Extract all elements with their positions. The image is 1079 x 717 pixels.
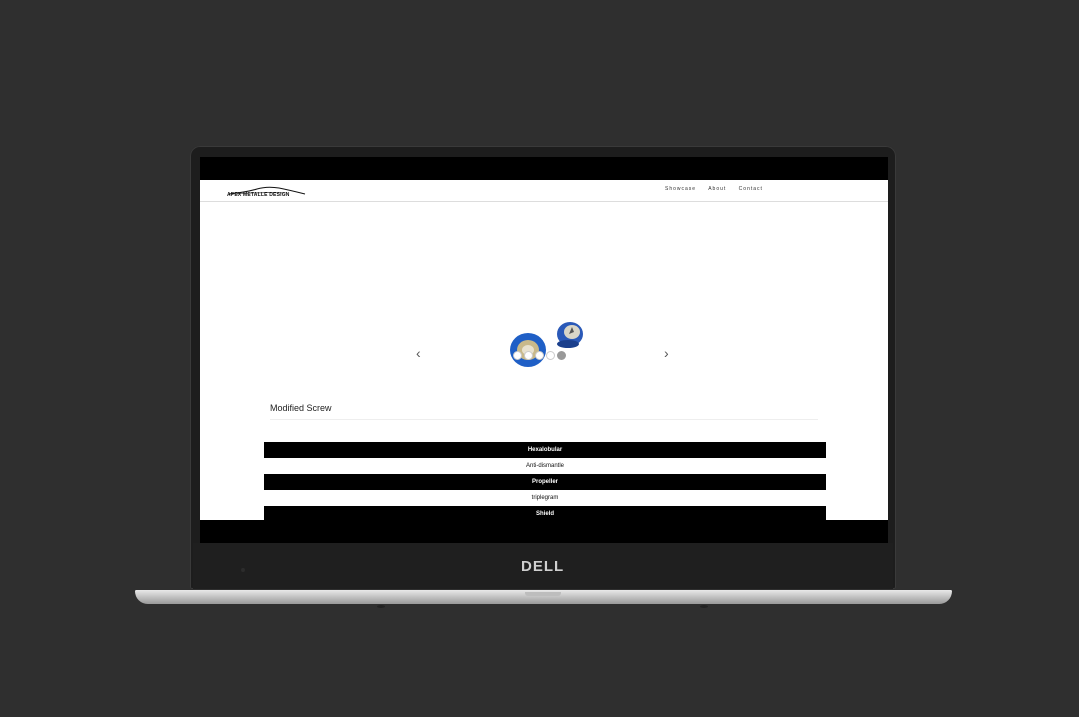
list-item-triplegram[interactable]: triplegram bbox=[264, 490, 826, 506]
blue-screw-product-image bbox=[510, 322, 583, 367]
image-carousel: ‹ › bbox=[200, 202, 888, 374]
nav-showcase[interactable]: Showcase bbox=[665, 186, 696, 192]
carousel-next-button[interactable]: › bbox=[664, 345, 669, 361]
section-title: Modified Screw bbox=[270, 403, 332, 413]
laptop-screen: APEX METALLE DESIGN Showcase About Conta… bbox=[200, 157, 888, 543]
dell-logo: DELL bbox=[521, 558, 565, 575]
logo-text: APEX METALLE DESIGN bbox=[227, 192, 290, 198]
webcam-dot bbox=[241, 568, 245, 572]
main-nav: Showcase About Contact bbox=[665, 186, 773, 192]
site-logo[interactable]: APEX METALLE DESIGN bbox=[227, 183, 307, 199]
list-item-propeller[interactable]: Propeller bbox=[264, 474, 826, 490]
list-item-hexalobular[interactable]: Hexalobular bbox=[264, 442, 826, 458]
carousel-prev-button[interactable]: ‹ bbox=[416, 345, 421, 361]
site-header: APEX METALLE DESIGN Showcase About Conta… bbox=[200, 180, 888, 202]
list-item-anti-dismantle[interactable]: Anti-dismantle bbox=[264, 458, 826, 474]
carousel-dot-1[interactable] bbox=[513, 351, 522, 360]
laptop-foot-left bbox=[377, 605, 385, 608]
nav-about[interactable]: About bbox=[708, 186, 726, 192]
carousel-dot-5[interactable] bbox=[557, 351, 566, 360]
carousel-dot-4[interactable] bbox=[546, 351, 555, 360]
carousel-dot-2[interactable] bbox=[524, 351, 533, 360]
product-list: Hexalobular Anti-dismantle Propeller tri… bbox=[264, 442, 826, 522]
laptop-foot-right bbox=[700, 605, 708, 608]
base-notch bbox=[525, 592, 561, 596]
bottom-black-band bbox=[200, 520, 888, 543]
title-divider bbox=[270, 419, 818, 420]
carousel-dot-3[interactable] bbox=[535, 351, 544, 360]
top-black-band bbox=[200, 157, 888, 180]
carousel-indicators bbox=[513, 351, 566, 360]
nav-contact[interactable]: Contact bbox=[739, 186, 763, 192]
